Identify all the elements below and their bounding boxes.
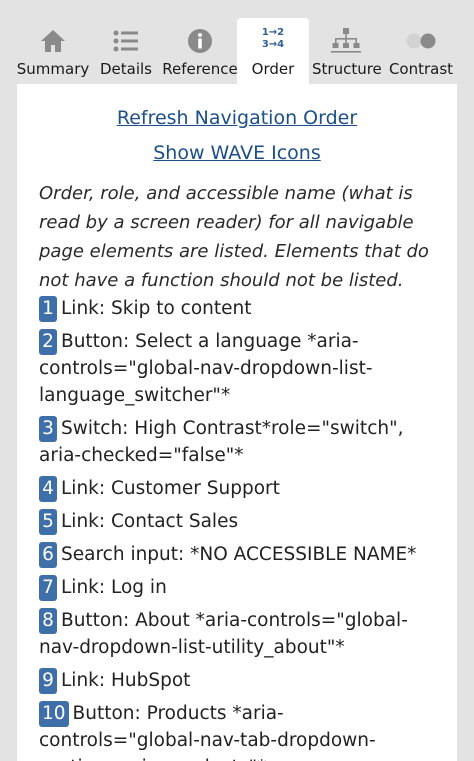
tab-details[interactable]: Details [95,18,157,84]
order-icon-top: 1→2 [261,27,285,38]
list-item: 3 Switch: High Contrast*role="switch", ar… [39,415,444,469]
order-number-badge: 4 [39,476,57,502]
order-number-badge: 7 [39,575,57,601]
list-item: 7 Link: Log in [39,574,444,601]
order-number-badge: 6 [39,542,57,568]
tab-label: Details [99,60,152,78]
list-item-text: Button: Products *aria-controls="global-… [39,703,376,761]
list-item: 1 Link: Skip to content [39,295,444,322]
tab-label: Order [251,60,295,78]
tab-contrast[interactable]: Contrast [386,18,456,84]
list-item: 8 Button: About *aria-controls="global-na… [39,607,444,661]
list-item: 10 Button: Products *aria-controls="globa… [39,700,444,761]
list-icon [95,26,157,56]
list-item-text: Link: Log in [61,577,167,598]
show-wave-icons-link[interactable]: Show WAVE Icons [17,142,457,164]
sitemap-icon [312,26,380,56]
order-panel: Refresh Navigation Order Show WAVE Icons… [17,84,457,761]
list-item-text: Link: HubSpot [61,670,191,691]
order-description: Order, role, and accessible name (what i… [39,183,429,291]
tab-order[interactable]: 1→2 3→4 Order [237,18,309,84]
list-item-text: Link: Skip to content [61,298,252,319]
tab-label: Contrast [388,60,454,78]
list-item-text: Link: Customer Support [61,478,280,499]
order-number-badge: 8 [39,608,57,634]
tab-label: Structure [312,60,382,78]
order-icon-bottom: 3→4 [261,39,285,50]
order-number-badge: 2 [39,329,57,355]
list-item: 4 Link: Customer Support [39,475,444,502]
tab-summary[interactable]: Summary [15,18,91,84]
list-item-text: Button: Select a language *aria-controls… [39,331,373,406]
tab-label: Reference [162,60,238,78]
order-number-badge: 1 [39,296,57,322]
home-icon [15,26,91,56]
navigation-order-list: 1 Link: Skip to content 2 Button: Select a… [39,295,444,761]
tab-label: Summary [16,60,90,78]
list-item: 2 Button: Select a language *aria-control… [39,328,444,409]
toggle-icon [386,26,456,56]
tab-bar: Summary Details Reference 1→2 3→4 Order … [0,0,474,84]
order-number-badge: 10 [39,701,69,727]
list-item-text: Switch: High Contrast*role="switch", ari… [39,418,404,466]
info-icon [160,26,240,56]
list-item-text: Button: About *aria-controls="global-nav… [39,610,408,658]
order-number-badge: 5 [39,509,57,535]
list-item-text: Link: Contact Sales [61,511,239,532]
tab-reference[interactable]: Reference [160,18,240,84]
tab-structure[interactable]: Structure [312,18,382,84]
order-number-badge: 9 [39,668,57,694]
list-item-text: Search input: *NO ACCESSIBLE NAME* [61,544,417,565]
list-item: 9 Link: HubSpot [39,667,444,694]
order-icon: 1→2 3→4 [237,24,309,54]
list-item: 6 Search input: *NO ACCESSIBLE NAME* [39,541,444,568]
refresh-navigation-order-link[interactable]: Refresh Navigation Order [17,107,457,129]
order-number-badge: 3 [39,416,57,442]
list-item: 5 Link: Contact Sales [39,508,444,535]
